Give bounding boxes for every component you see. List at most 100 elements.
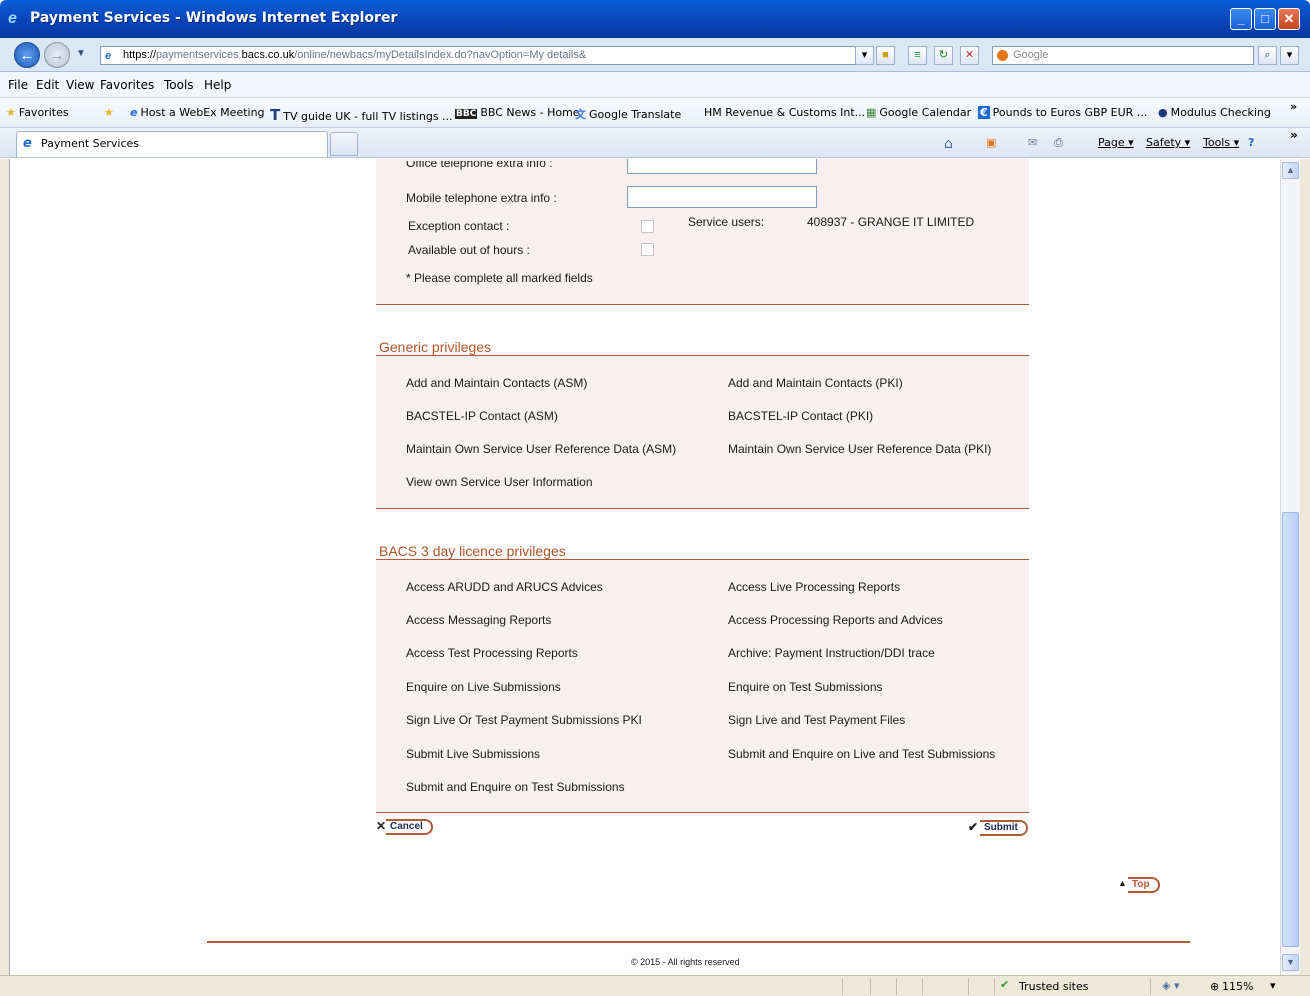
cancel-label: Cancel [386, 819, 433, 835]
forward-button[interactable]: → [44, 42, 70, 68]
scrollbar-thumb[interactable] [1282, 512, 1299, 947]
top-label: Top [1128, 877, 1160, 893]
status-divider [994, 978, 995, 995]
fav-modulus[interactable]: ● Modulus Checking [1158, 106, 1271, 119]
mobile-ext-label: Mobile telephone extra info : [406, 191, 557, 205]
add-favorite-icon[interactable]: ★ [104, 106, 114, 119]
office-ext-input[interactable] [627, 159, 817, 174]
status-divider [896, 978, 897, 995]
status-divider [842, 978, 843, 995]
menu-view[interactable]: View [66, 78, 94, 92]
bacs-privilege-left-3: Access Test Processing Reports [406, 646, 578, 660]
fav-google-translate[interactable]: 文 Google Translate [575, 106, 681, 122]
compatibility-icon[interactable]: ≡ [908, 46, 927, 65]
menu-favorites[interactable]: Favorites [100, 78, 154, 92]
search-options-icon[interactable]: ▾ [1280, 46, 1299, 65]
bacs-privileges-title: BACS 3 day licence privileges [379, 543, 566, 559]
zoom-level[interactable]: 115% [1222, 980, 1253, 993]
status-divider [968, 978, 969, 995]
scroll-up-icon[interactable]: ▲ [1282, 162, 1299, 179]
back-button[interactable]: ← [14, 42, 40, 68]
lock-icon[interactable]: ■ [876, 46, 895, 65]
search-input[interactable]: Google [992, 46, 1254, 65]
bacs-privilege-right-1: Access Live Processing Reports [728, 580, 901, 594]
protected-mode-icon[interactable]: ◈ ▾ [1162, 979, 1179, 992]
fav-google-calendar[interactable]: ▦ Google Calendar [866, 106, 971, 119]
tab-ie-icon: e [23, 136, 32, 151]
generic-panel-divider [376, 508, 1029, 509]
zoom-dropdown-icon[interactable]: ▾ [1270, 979, 1276, 992]
status-divider [922, 978, 923, 995]
fav-pounds-euros[interactable]: € Pounds to Euros GBP EUR ... [978, 106, 1147, 119]
scroll-down-icon[interactable]: ▼ [1282, 954, 1299, 971]
ie-logo-icon: e [8, 10, 17, 27]
menu-bar: File Edit View Favorites Tools Help [0, 72, 1310, 98]
address-input[interactable]: e https://paymentservices.bacs.co.uk/onli… [100, 46, 874, 65]
minimize-button[interactable]: _ [1230, 8, 1252, 30]
more-favorites-icon[interactable]: » [1290, 100, 1297, 113]
close-window-button[interactable]: ✕ [1278, 8, 1300, 30]
generic-privilege-left-4: View own Service User Information [406, 475, 593, 489]
menu-edit[interactable]: Edit [36, 78, 59, 92]
generic-privilege-right-2: BACSTEL-IP Contact (PKI) [728, 409, 874, 423]
mail-icon[interactable]: ✉ [1028, 136, 1037, 149]
submit-label: Submit [980, 820, 1028, 836]
top-link[interactable]: ▲ Top [1118, 876, 1166, 894]
footer-divider [207, 941, 1190, 943]
new-tab-button[interactable] [330, 132, 358, 156]
trusted-check-icon: ✔ [1000, 978, 1010, 991]
address-toolbar: ← → ▼ e https://paymentservices.bacs.co.u… [0, 38, 1310, 72]
modulus-icon: ● [1158, 106, 1168, 119]
page-menu[interactable]: Page ▾ [1098, 136, 1134, 149]
feeds-icon[interactable]: ▣ [986, 136, 996, 149]
exception-contact-checkbox[interactable] [641, 220, 654, 233]
generic-privilege-left-3: Maintain Own Service User Reference Data… [406, 442, 677, 456]
menu-file[interactable]: File [8, 78, 28, 92]
tv-guide-icon: T [270, 106, 281, 124]
bacs-privilege-right-4: Enquire on Test Submissions [728, 680, 883, 694]
generic-privilege-left-1: Add and Maintain Contacts (ASM) [406, 376, 588, 390]
maximize-button[interactable]: □ [1254, 8, 1276, 30]
bacs-privilege-left-7: Submit and Enquire on Test Submissions [406, 780, 625, 794]
service-users-label: Service users: [688, 215, 765, 229]
page-icon: e [105, 50, 112, 62]
safety-menu[interactable]: Safety ▾ [1146, 136, 1190, 149]
fav-webex[interactable]: e Host a WebEx Meeting [130, 106, 265, 119]
print-icon[interactable]: ⎙ [1054, 136, 1063, 150]
bacs-privilege-left-2: Access Messaging Reports [406, 613, 552, 627]
tools-menu[interactable]: Tools ▾ [1203, 136, 1239, 149]
fav-bbc-news[interactable]: BBC BBC News - Home [455, 106, 580, 119]
submit-button[interactable]: ✔ Submit [968, 819, 1030, 837]
security-zone[interactable]: Trusted sites [1019, 980, 1089, 993]
more-commands-icon[interactable]: » [1290, 128, 1298, 142]
cancel-button[interactable]: ✕ Cancel [376, 818, 438, 836]
out-of-hours-checkbox[interactable] [641, 243, 654, 256]
menu-tools[interactable]: Tools [164, 78, 194, 92]
favorites-button[interactable]: ★ Favorites [6, 106, 69, 119]
window-left-edge [0, 159, 10, 975]
bacs-privilege-right-2: Access Processing Reports and Advices [728, 613, 943, 627]
home-icon[interactable]: ⌂ [944, 136, 953, 152]
exception-contact-label: Exception contact : [408, 219, 510, 233]
mobile-ext-input[interactable] [627, 186, 817, 208]
history-dropdown-icon[interactable]: ▼ [76, 48, 86, 59]
search-icon[interactable]: ⌕ [1258, 46, 1277, 65]
refresh-icon[interactable]: ↻ [934, 46, 953, 65]
up-arrow-icon: ▲ [1118, 878, 1127, 888]
bacs-panel-divider [376, 812, 1029, 813]
help-icon[interactable]: ? [1248, 136, 1254, 149]
out-of-hours-label: Available out of hours : [408, 243, 530, 257]
menu-help[interactable]: Help [204, 78, 231, 92]
window-title: Payment Services - Windows Internet Expl… [30, 10, 398, 26]
window-right-edge [1300, 159, 1310, 975]
vertical-scrollbar[interactable]: ▲ ▼ [1280, 159, 1300, 975]
stop-icon[interactable]: ✕ [960, 46, 979, 65]
zoom-icon[interactable]: ⊕ [1210, 980, 1219, 993]
generic-privilege-right-3: Maintain Own Service User Reference Data… [728, 442, 992, 456]
required-fields-note: * Please complete all marked fields [406, 271, 593, 285]
fav-hmrc[interactable]: HM Revenue & Customs Int... [704, 106, 865, 119]
address-dropdown-icon[interactable]: ▾ [855, 46, 874, 65]
fav-tv-guide[interactable]: T TV guide UK - full TV listings ... [270, 106, 453, 124]
tab-payment-services[interactable]: e Payment Services [16, 131, 328, 157]
generic-privilege-right-1: Add and Maintain Contacts (PKI) [728, 376, 903, 390]
